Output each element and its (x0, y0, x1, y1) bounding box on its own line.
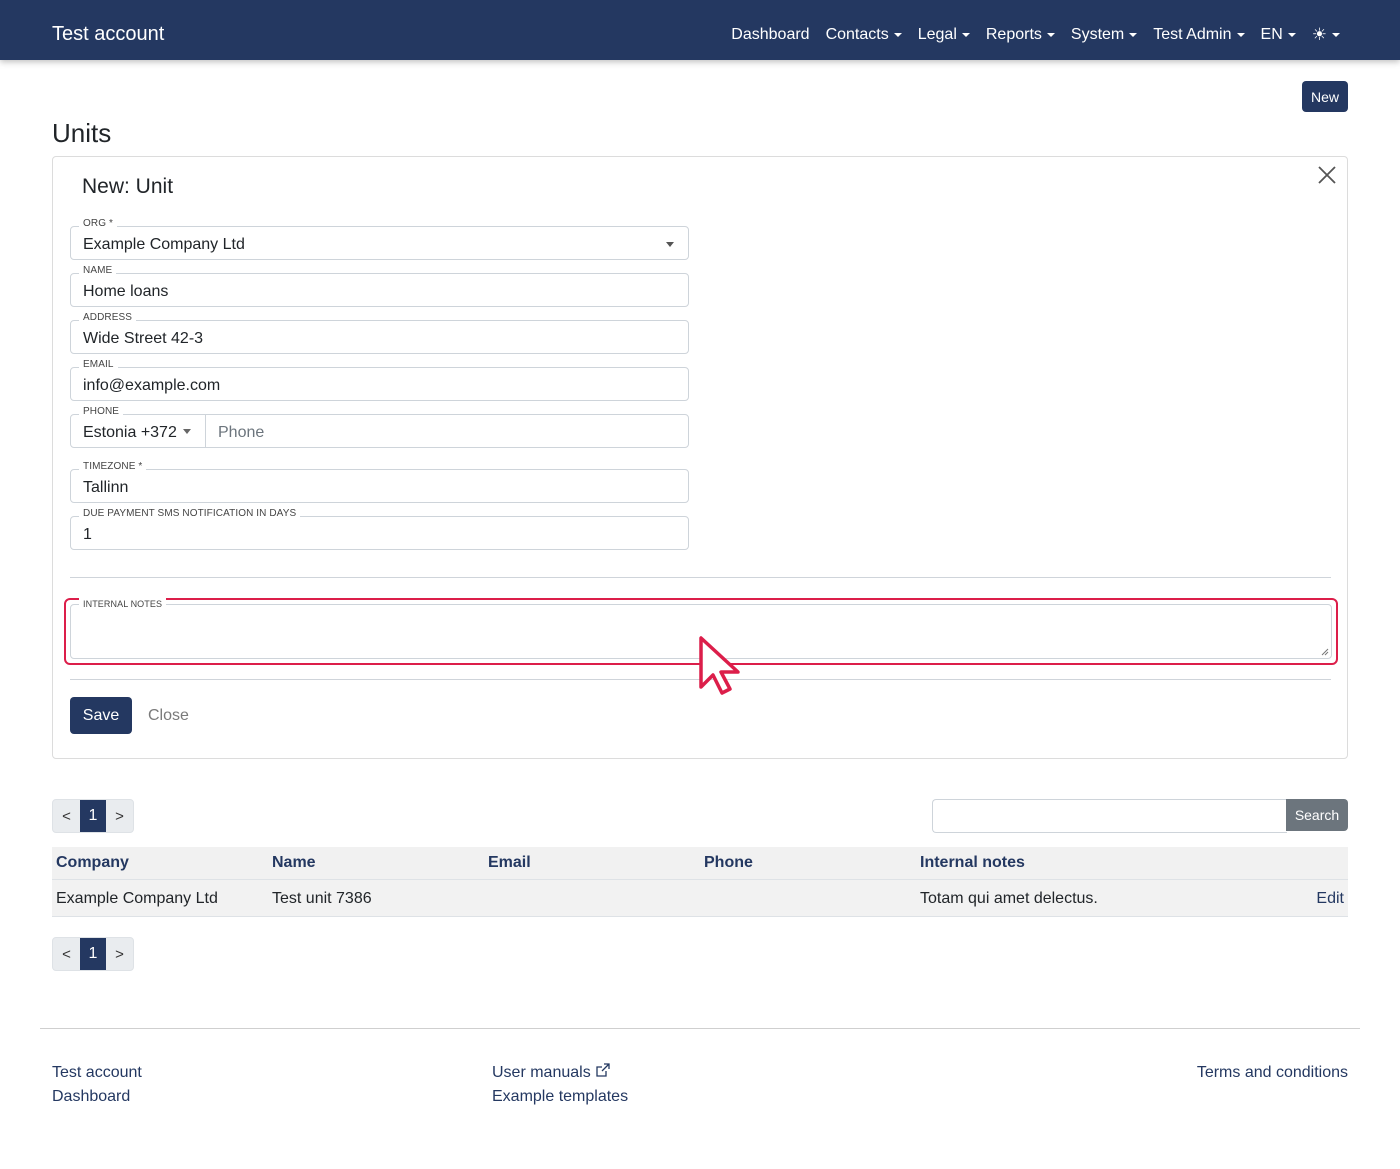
address-value: Wide Street 42-3 (83, 330, 204, 347)
page-title: Units (52, 118, 112, 148)
top-navbar: Test account Dashboard Contacts Legal Re… (0, 0, 1400, 60)
cell-company: Example Company Ltd (56, 890, 218, 907)
nav-system-dropdown[interactable]: System (1070, 24, 1138, 46)
brand-link[interactable]: Test account (52, 22, 164, 46)
nav-reports-label: Reports (985, 26, 1042, 43)
nav-theme-dropdown[interactable]: ☀ (1312, 24, 1340, 46)
sms-days-field[interactable]: DUE PAYMENT SMS NOTIFICATION IN DAYS 1 (70, 508, 689, 550)
nav-user-label: Test Admin (1153, 26, 1232, 43)
header-email[interactable]: Email (488, 853, 531, 873)
resize-handle-icon[interactable] (1321, 648, 1329, 656)
sms-days-label: DUE PAYMENT SMS NOTIFICATION IN DAYS (79, 508, 301, 520)
pagination-top: < 1 > (52, 799, 134, 833)
nav-reports-dropdown[interactable]: Reports (986, 24, 1055, 46)
search-input[interactable] (932, 799, 1287, 833)
chevron-down-icon (183, 429, 191, 434)
phone-label: PHONE (79, 406, 124, 418)
nav-legal-label: Legal (917, 26, 957, 43)
current-page-button[interactable]: 1 (80, 938, 106, 970)
close-button[interactable]: Close (148, 706, 189, 726)
notes-label: INTERNAL NOTES (79, 598, 167, 610)
caret-down-icon (1046, 33, 1055, 37)
name-label: NAME (79, 265, 117, 277)
phone-input[interactable]: Phone (218, 423, 264, 443)
caret-down-icon (961, 33, 970, 37)
cell-name: Test unit 7386 (272, 890, 372, 907)
nav-user-dropdown[interactable]: Test Admin (1153, 24, 1245, 46)
footer-dashboard-link[interactable]: Dashboard (52, 1087, 130, 1107)
header-name[interactable]: Name (272, 853, 316, 873)
header-phone[interactable]: Phone (704, 853, 753, 873)
caret-down-icon (893, 33, 902, 37)
caret-down-icon (1287, 33, 1296, 37)
address-field[interactable]: ADDRESS Wide Street 42-3 (70, 312, 689, 354)
edit-link[interactable]: Edit (1316, 889, 1344, 909)
org-label: ORG * (79, 218, 117, 230)
prev-page-button[interactable]: < (53, 800, 80, 832)
units-table: Company Name Email Phone Internal notes … (52, 847, 1348, 917)
timezone-value: Tallinn (83, 479, 129, 496)
nav-menu: Dashboard Contacts Legal Reports System … (715, 24, 1340, 46)
mouse-pointer-icon (699, 636, 740, 695)
table-row: Example Company Ltd Test unit 7386 Totam… (52, 880, 1348, 917)
timezone-field[interactable]: TIMEZONE * Tallinn (70, 461, 689, 503)
email-field[interactable]: EMAIL info@example.com (70, 359, 689, 401)
phone-country-value: Estonia +372 (83, 424, 177, 441)
nav-language-dropdown[interactable]: EN (1261, 24, 1296, 46)
next-page-button[interactable]: > (106, 938, 133, 970)
phone-group: PHONE Estonia +372 Phone (70, 406, 689, 448)
sun-icon: ☀ (1311, 25, 1327, 44)
nav-contacts-dropdown[interactable]: Contacts (826, 24, 902, 46)
footer-example-templates-link[interactable]: Example templates (492, 1087, 628, 1107)
header-internal-notes[interactable]: Internal notes (920, 853, 1025, 873)
footer-user-manuals-link[interactable]: User manuals (492, 1063, 591, 1083)
name-value: Home loans (83, 283, 169, 300)
nav-system-label: System (1070, 26, 1125, 43)
caret-down-icon (1129, 33, 1138, 37)
form-title: New: Unit (82, 175, 174, 198)
close-icon[interactable] (1315, 163, 1339, 187)
pagination-bottom: < 1 > (52, 937, 134, 971)
sms-days-value: 1 (83, 526, 92, 543)
phone-country-select[interactable]: Estonia +372 (71, 415, 206, 447)
new-button[interactable]: New (1302, 81, 1348, 112)
nav-dashboard[interactable]: Dashboard (731, 24, 809, 46)
nav-language-label: EN (1260, 26, 1283, 43)
timezone-label: TIMEZONE * (79, 461, 147, 473)
name-field[interactable]: NAME Home loans (70, 265, 689, 307)
prev-page-button[interactable]: < (53, 938, 80, 970)
header-company[interactable]: Company (56, 853, 129, 873)
search-button[interactable]: Search (1286, 799, 1348, 831)
email-value: info@example.com (83, 377, 221, 394)
footer-test-account-link[interactable]: Test account (52, 1063, 142, 1083)
address-label: ADDRESS (79, 312, 137, 324)
footer-terms-link[interactable]: Terms and conditions (1197, 1063, 1348, 1083)
save-button[interactable]: Save (70, 697, 132, 734)
caret-down-icon (1332, 33, 1340, 37)
nav-legal-dropdown[interactable]: Legal (918, 24, 970, 46)
chevron-down-icon (666, 242, 674, 247)
footer-divider (40, 1028, 1360, 1029)
table-header: Company Name Email Phone Internal notes (52, 847, 1348, 880)
org-select[interactable]: ORG * Example Company Ltd (70, 218, 689, 260)
nav-contacts-label: Contacts (825, 26, 889, 43)
email-label: EMAIL (79, 359, 118, 371)
external-link-icon (596, 1063, 610, 1077)
next-page-button[interactable]: > (106, 800, 133, 832)
nav-dashboard-label: Dashboard (731, 26, 810, 43)
form-divider (70, 577, 1331, 578)
caret-down-icon (1236, 33, 1245, 37)
current-page-button[interactable]: 1 (80, 800, 106, 832)
cell-notes: Totam qui amet delectus. (920, 890, 1098, 907)
org-value: Example Company Ltd (83, 236, 245, 253)
